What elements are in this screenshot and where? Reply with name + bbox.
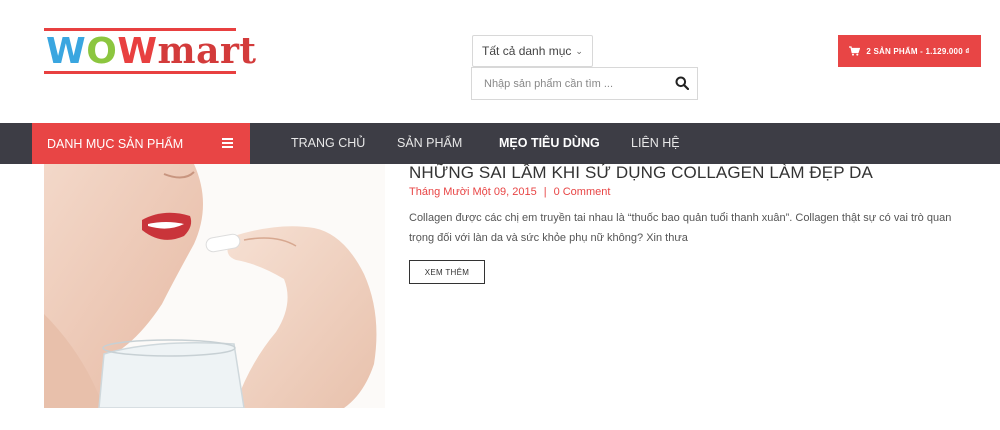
post-meta: Tháng Mười Một 09, 2015 | 0 Comment [409, 186, 610, 198]
main-nav: DANH MỤC SẢN PHẨM TRANG CHỦ SẢN PHẨM MẸO… [0, 123, 1000, 164]
nav-item-tips[interactable]: MẸO TIÊU DÙNG [499, 123, 600, 164]
search-input[interactable] [472, 68, 662, 99]
cart-icon [849, 46, 861, 56]
category-select-value: Tất cả danh mục [482, 44, 572, 58]
nav-item-home[interactable]: TRANG CHỦ [291, 123, 365, 164]
post-excerpt: Collagen được các chị em truyền tai nhau… [409, 212, 952, 244]
category-select[interactable]: Tất cả danh mục ⌄ [472, 35, 593, 67]
menu-icon [222, 138, 233, 148]
cart-button[interactable]: 2 SẢN PHẨM - 1.129.000 ₫ [838, 35, 981, 67]
post-date: Tháng Mười Một 09, 2015 [409, 186, 537, 198]
categories-label: DANH MỤC SẢN PHẨM [47, 136, 184, 151]
woman-taking-pill-image [44, 164, 385, 408]
search-icon[interactable] [675, 76, 689, 90]
post-comments-link[interactable]: 0 Comment [554, 186, 611, 198]
cart-summary: 2 SẢN PHẨM - 1.129.000 ₫ [866, 46, 970, 56]
nav-item-products[interactable]: SẢN PHẨM [397, 123, 462, 164]
post-title[interactable]: NHỮNG SAI LẦM KHI SỬ DỤNG COLLAGEN LÀM Đ… [409, 163, 873, 183]
site-header: WOWmart Tất cả danh mục ⌄ 2 SẢN PHẨM - 1… [0, 0, 1000, 123]
meta-separator: | [543, 186, 547, 198]
nav-item-contact[interactable]: LIÊN HỆ [631, 123, 680, 164]
read-more-button[interactable]: XEM THÊM [409, 260, 485, 284]
logo-wordmark: WOWmart [46, 30, 257, 72]
site-logo[interactable]: WOWmart [44, 28, 256, 76]
logo-bottom-bar [44, 71, 236, 74]
search-box [471, 67, 698, 100]
categories-button[interactable]: DANH MỤC SẢN PHẨM [32, 123, 250, 164]
post-thumbnail[interactable] [44, 164, 385, 408]
chevron-down-icon: ⌄ [575, 45, 583, 56]
